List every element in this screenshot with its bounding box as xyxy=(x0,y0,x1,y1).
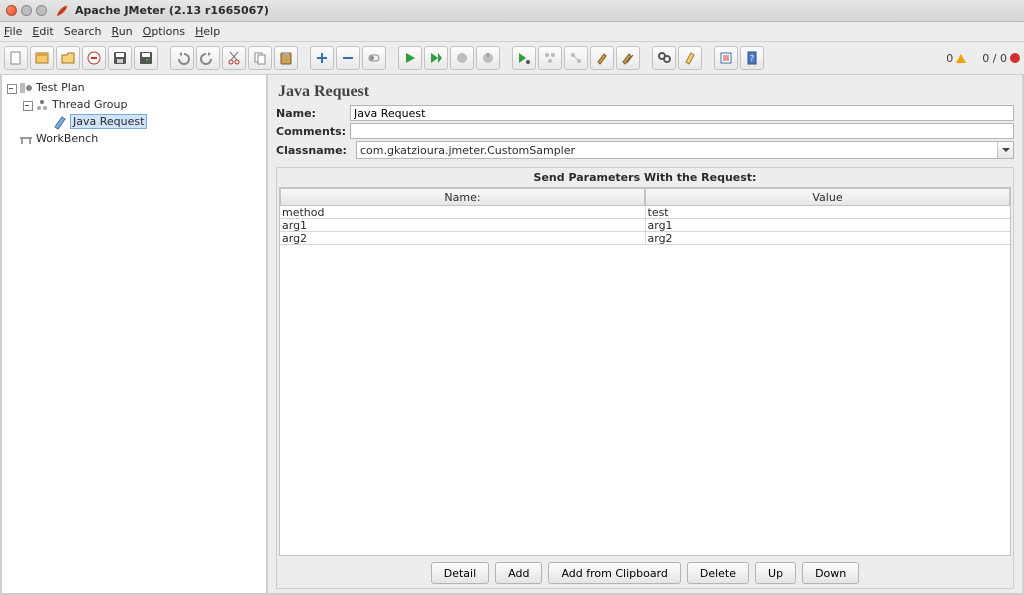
menubar: File Edit Search Run Options Help xyxy=(0,22,1024,42)
undo-button[interactable] xyxy=(170,46,194,70)
tree-toggle-icon[interactable] xyxy=(6,83,16,93)
sampler-icon xyxy=(52,114,68,130)
detail-button[interactable]: Detail xyxy=(431,562,489,584)
new-button[interactable] xyxy=(4,46,28,70)
start-notimers-button[interactable] xyxy=(424,46,448,70)
classname-value: com.gkatzioura.jmeter.CustomSampler xyxy=(360,144,575,157)
tree-thread-group[interactable]: Thread Group xyxy=(4,96,266,113)
menu-edit[interactable]: Edit xyxy=(32,25,53,38)
panel-title: Java Request xyxy=(278,83,1014,101)
dropdown-arrow-icon[interactable] xyxy=(997,142,1013,158)
warning-icon xyxy=(956,54,966,63)
collapse-button[interactable] xyxy=(336,46,360,70)
paste-button[interactable] xyxy=(274,46,298,70)
clear-all-button[interactable] xyxy=(616,46,640,70)
window-title: Apache JMeter (2.13 r1665067) xyxy=(75,4,269,17)
open-button[interactable] xyxy=(56,46,80,70)
col-name[interactable]: Name: xyxy=(280,188,645,206)
toggle-button[interactable] xyxy=(362,46,386,70)
comments-input[interactable] xyxy=(350,123,1014,139)
cut-button[interactable] xyxy=(222,46,246,70)
table-row[interactable]: arg1 arg1 xyxy=(280,219,1010,232)
reset-search-button[interactable] xyxy=(678,46,702,70)
down-button[interactable]: Down xyxy=(802,562,859,584)
tree-panel[interactable]: Test Plan Thread Group Java Request Work… xyxy=(0,75,268,595)
help-button[interactable]: ? xyxy=(740,46,764,70)
table-row[interactable]: method test xyxy=(280,206,1010,219)
error-icon xyxy=(1010,53,1020,63)
shutdown-button[interactable] xyxy=(476,46,500,70)
table-actions: Detail Add Add from Clipboard Delete Up … xyxy=(277,556,1013,588)
close-button[interactable] xyxy=(82,46,106,70)
stop-button[interactable] xyxy=(450,46,474,70)
function-helper-button[interactable] xyxy=(714,46,738,70)
add-from-clipboard-button[interactable]: Add from Clipboard xyxy=(548,562,680,584)
table-row[interactable]: arg2 arg2 xyxy=(280,232,1010,245)
warn-count: 0 xyxy=(946,52,953,65)
remote-start-all-button[interactable] xyxy=(538,46,562,70)
tree-java-request[interactable]: Java Request xyxy=(4,113,266,130)
clear-button[interactable] xyxy=(590,46,614,70)
svg-text:?: ? xyxy=(750,54,754,63)
main-panel: Java Request Name: Comments: Classname: … xyxy=(268,75,1024,595)
add-button[interactable]: Add xyxy=(495,562,542,584)
tree-toggle-icon[interactable] xyxy=(22,100,32,110)
app-icon xyxy=(55,4,69,18)
status-area: 0 0 / 0 xyxy=(946,52,1020,65)
name-input[interactable] xyxy=(350,105,1014,121)
threadgroup-icon xyxy=(34,97,50,113)
window-max-dot[interactable] xyxy=(36,5,47,16)
delete-button[interactable]: Delete xyxy=(687,562,749,584)
remote-start-button[interactable] xyxy=(512,46,536,70)
params-area: Send Parameters With the Request: Name: … xyxy=(276,167,1014,589)
comments-label: Comments: xyxy=(276,125,346,138)
thread-ratio: 0 / 0 xyxy=(982,52,1007,65)
menu-options[interactable]: Options xyxy=(143,25,185,38)
col-value[interactable]: Value xyxy=(645,188,1010,206)
save-button[interactable] xyxy=(108,46,132,70)
classname-label: Classname: xyxy=(276,144,352,157)
templates-button[interactable] xyxy=(30,46,54,70)
window-close-dot[interactable] xyxy=(6,5,17,16)
toolbar: ? 0 0 / 0 xyxy=(0,42,1024,75)
workbench-icon xyxy=(18,131,34,147)
copy-button[interactable] xyxy=(248,46,272,70)
menu-run[interactable]: Run xyxy=(112,25,133,38)
table-body: method test arg1 arg1 arg2 arg2 xyxy=(280,206,1010,245)
tree-workbench[interactable]: WorkBench xyxy=(4,130,266,147)
params-title: Send Parameters With the Request: xyxy=(277,168,1013,187)
remote-stop-button[interactable] xyxy=(564,46,588,70)
window-min-dot[interactable] xyxy=(21,5,32,16)
classname-select[interactable]: com.gkatzioura.jmeter.CustomSampler xyxy=(356,141,1014,159)
tree-test-plan[interactable]: Test Plan xyxy=(4,79,266,96)
redo-button[interactable] xyxy=(196,46,220,70)
search-button[interactable] xyxy=(652,46,676,70)
menu-search[interactable]: Search xyxy=(64,25,102,38)
menu-file[interactable]: File xyxy=(4,25,22,38)
testplan-icon xyxy=(18,80,34,96)
params-table[interactable]: Name: Value method test arg1 arg1 arg2 a… xyxy=(279,187,1011,556)
save-as-button[interactable] xyxy=(134,46,158,70)
titlebar: Apache JMeter (2.13 r1665067) xyxy=(0,0,1024,22)
name-label: Name: xyxy=(276,107,346,120)
up-button[interactable]: Up xyxy=(755,562,796,584)
start-button[interactable] xyxy=(398,46,422,70)
expand-button[interactable] xyxy=(310,46,334,70)
menu-help[interactable]: Help xyxy=(195,25,220,38)
